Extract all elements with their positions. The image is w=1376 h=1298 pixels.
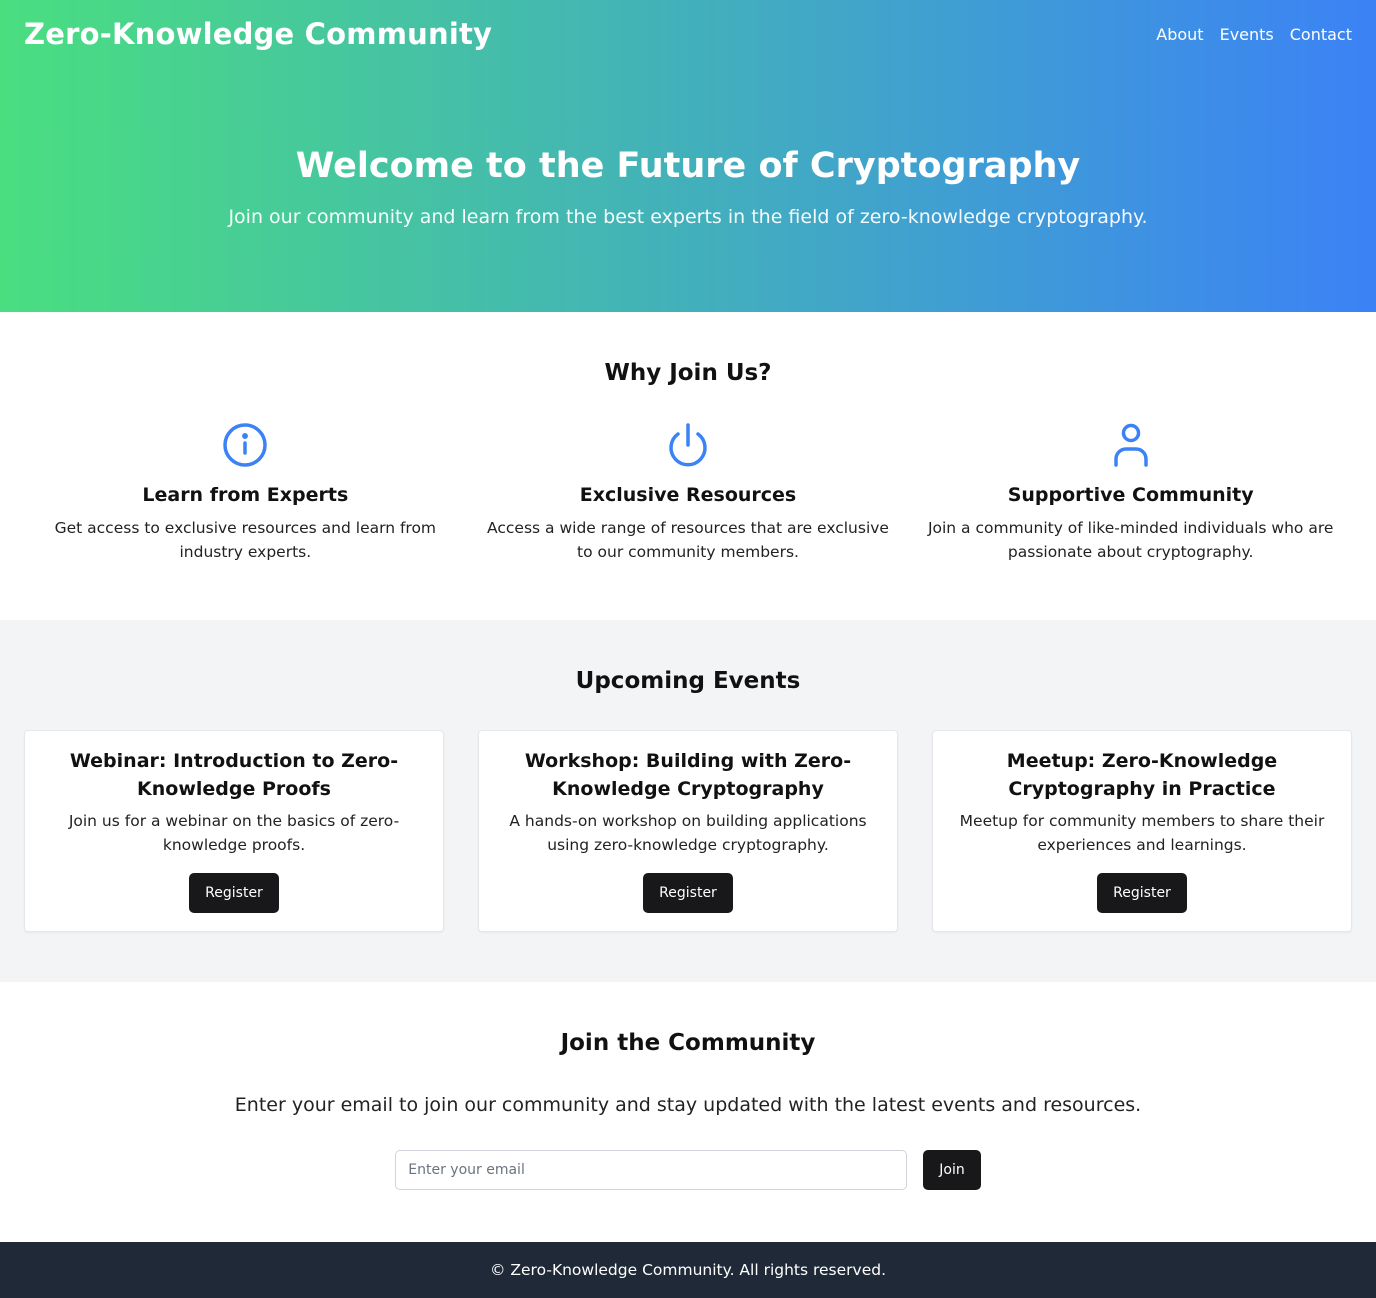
features-section: Why Join Us? Learn from Experts Get acce… (0, 312, 1376, 620)
event-card-workshop: Workshop: Building with Zero-Knowledge C… (478, 730, 898, 932)
nav-link-contact[interactable]: Contact (1290, 25, 1352, 44)
hero-title: Welcome to the Future of Cryptography (295, 146, 1081, 186)
join-form: Join (0, 1150, 1376, 1190)
join-section: Join the Community Enter your email to j… (0, 982, 1376, 1242)
register-button[interactable]: Register (643, 873, 733, 913)
feature-title: Exclusive Resources (579, 484, 797, 506)
event-description: Join us for a webinar on the basics of z… (68, 812, 400, 854)
register-button[interactable]: Register (189, 873, 279, 913)
site-footer: © Zero-Knowledge Community. All rights r… (0, 1242, 1376, 1298)
hero-content: Welcome to the Future of Cryptography Jo… (0, 68, 1376, 228)
features-title: Why Join Us? (604, 360, 772, 386)
user-icon (925, 420, 1336, 470)
top-nav-bar: Zero-Knowledge Community About Events Co… (0, 0, 1376, 68)
feature-card-community: Supportive Community Join a community of… (909, 420, 1352, 564)
join-description: Enter your email to join our community a… (234, 1094, 1142, 1116)
features-row: Learn from Experts Get access to exclusi… (0, 420, 1376, 564)
feature-title: Supportive Community (1007, 484, 1254, 506)
nav-link-about[interactable]: About (1156, 25, 1203, 44)
event-card-meetup: Meetup: Zero-Knowledge Cryptography in P… (932, 730, 1352, 932)
site-brand[interactable]: Zero-Knowledge Community (24, 17, 492, 51)
event-title: Webinar: Introduction to Zero-Knowledge … (69, 750, 399, 800)
event-card-webinar: Webinar: Introduction to Zero-Knowledge … (24, 730, 444, 932)
events-row: Webinar: Introduction to Zero-Knowledge … (0, 730, 1376, 932)
feature-card-resources: Exclusive Resources Access a wide range … (467, 420, 910, 564)
hero-subtitle: Join our community and learn from the be… (228, 206, 1148, 228)
power-icon (483, 420, 894, 470)
register-button[interactable]: Register (1097, 873, 1187, 913)
footer-copyright: © Zero-Knowledge Community. All rights r… (489, 1261, 887, 1279)
main-nav: About Events Contact (1156, 25, 1352, 44)
join-button[interactable]: Join (923, 1150, 981, 1190)
feature-description: Join a community of like-minded individu… (927, 519, 1334, 561)
info-icon (40, 420, 451, 470)
events-title: Upcoming Events (575, 668, 801, 694)
events-section: Upcoming Events Webinar: Introduction to… (0, 620, 1376, 982)
event-title: Meetup: Zero-Knowledge Cryptography in P… (1006, 750, 1278, 800)
feature-title: Learn from Experts (142, 484, 349, 506)
event-description: Meetup for community members to share th… (959, 812, 1325, 854)
event-description: A hands-on workshop on building applicat… (509, 812, 867, 854)
email-input[interactable] (395, 1150, 908, 1190)
hero-section: Zero-Knowledge Community About Events Co… (0, 0, 1376, 312)
feature-card-experts: Learn from Experts Get access to exclusi… (24, 420, 467, 564)
feature-description: Access a wide range of resources that ar… (487, 519, 889, 561)
feature-description: Get access to exclusive resources and le… (54, 519, 437, 561)
event-title: Workshop: Building with Zero-Knowledge C… (524, 750, 852, 800)
join-title: Join the Community (560, 1030, 816, 1056)
nav-link-events[interactable]: Events (1220, 25, 1274, 44)
